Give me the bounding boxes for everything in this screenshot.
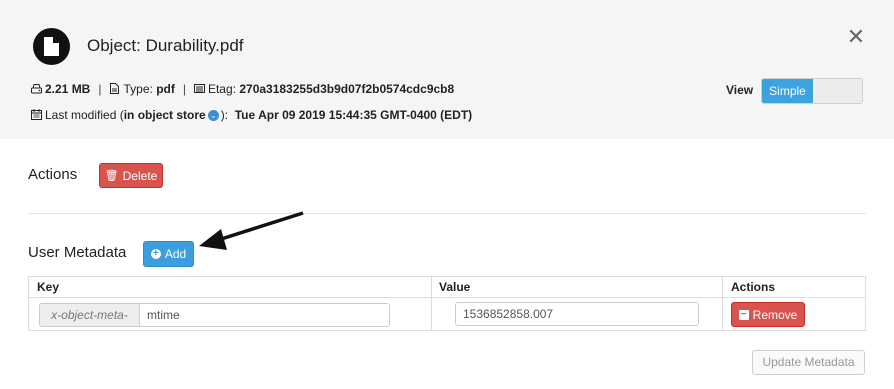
- type-label: Type:: [123, 82, 153, 96]
- modified-suffix: ):: [220, 108, 229, 122]
- file-type-icon: [110, 82, 120, 94]
- add-label: Add: [164, 247, 187, 261]
- update-metadata-button[interactable]: Update Metadata: [752, 350, 865, 375]
- trash-icon: 🗑: [104, 170, 119, 182]
- column-header-value: Value: [439, 280, 471, 294]
- remove-label: Remove: [752, 307, 798, 322]
- modified-source: in object store: [123, 108, 206, 122]
- object-info-row: 2.21 MB | Type: pdf | Etag: 270a3183255d…: [31, 82, 454, 96]
- column-header-actions: Actions: [731, 280, 776, 294]
- type-value: pdf: [156, 82, 175, 96]
- divider: [28, 213, 866, 214]
- modified-value: Tue Apr 09 2019 15:44:35 GMT-0400 (EDT): [234, 108, 473, 122]
- object-header: Object: Durability.pdf ✕ 2.21 MB | Type:…: [0, 0, 894, 139]
- info-icon[interactable]: ⌄: [207, 109, 219, 121]
- close-icon[interactable]: ✕: [846, 26, 866, 48]
- view-toggle-handle[interactable]: [813, 79, 862, 103]
- delete-button[interactable]: 🗑 Delete: [99, 163, 163, 188]
- separator: |: [98, 82, 102, 96]
- actions-label: Actions: [28, 166, 78, 183]
- view-label: View: [726, 83, 754, 97]
- calendar-icon: [31, 108, 42, 120]
- user-metadata-label: User Metadata: [28, 244, 127, 261]
- object-title: Object: Durability.pdf: [87, 36, 244, 55]
- column-header-key: Key: [37, 280, 60, 294]
- key-input[interactable]: mtime: [139, 303, 390, 327]
- file-icon: [33, 28, 70, 65]
- separator: |: [182, 82, 186, 96]
- arrow-annotation: [199, 211, 304, 250]
- metadata-table: Key Value Actions x-object-meta- mtime 1…: [28, 276, 866, 331]
- etag-value: 270a3183255d3b9d07f2b0574cdc9cb8: [239, 82, 455, 96]
- view-toggle[interactable]: Simple: [761, 78, 863, 104]
- value-input[interactable]: 1536852858.007: [455, 302, 699, 326]
- modified-label: Last modified (: [45, 108, 124, 122]
- plus-circle-icon: +: [150, 249, 161, 259]
- remove-button[interactable]: − Remove: [731, 302, 805, 327]
- last-modified-row: Last modified (in object store ⌄ ): Tue …: [31, 108, 472, 122]
- hdd-icon: [31, 83, 42, 93]
- delete-label: Delete: [122, 168, 158, 183]
- etag-icon: [193, 83, 205, 93]
- key-prefix: x-object-meta-: [39, 303, 139, 327]
- add-metadata-button[interactable]: + Add: [143, 241, 194, 267]
- etag-label: Etag:: [207, 82, 236, 96]
- object-size: 2.21 MB: [45, 82, 91, 96]
- minus-icon: −: [738, 309, 749, 320]
- view-toggle-simple[interactable]: Simple: [762, 79, 813, 103]
